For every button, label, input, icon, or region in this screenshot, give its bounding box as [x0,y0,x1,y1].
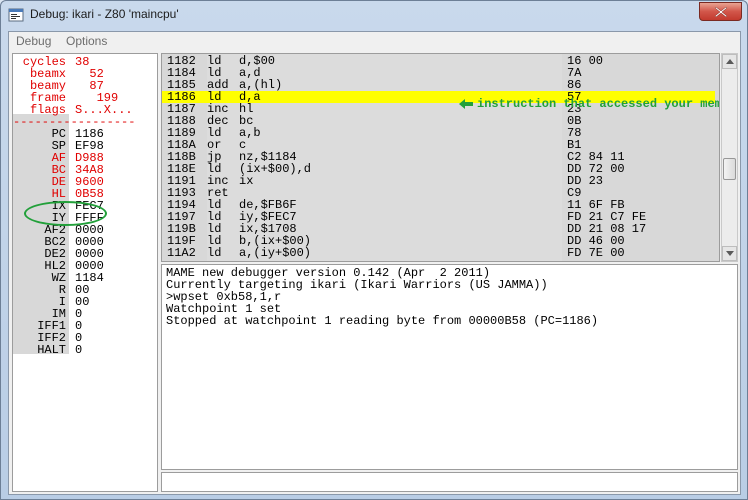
scroll-up-button[interactable] [722,54,737,69]
register-row: I 00 [13,296,157,308]
scroll-thumb[interactable] [723,158,736,180]
debugger-window: Debug: ikari - Z80 'maincpu' Debug Optio… [0,0,748,500]
menu-bar: Debug Options [9,32,740,51]
arrow-left-icon [459,99,473,109]
disassembly-row[interactable]: 11A2 ld a,(iy+$00) FD 7E 00 [162,247,715,259]
client-area: Debug Options cycles 38 beamx 52 beamy 87 fr… [8,31,741,495]
chevron-down-icon [726,251,734,256]
register-value: 0 [75,343,83,357]
register-row: IFF2 0 [13,332,157,344]
register-row: IM 0 [13,308,157,320]
close-icon [715,7,727,17]
console-line: Stopped at watchpoint 1 reading byte fro… [166,314,599,328]
instruction-mnemonic: ld [207,246,222,260]
menu-options[interactable]: Options [66,34,107,48]
scroll-down-button[interactable] [722,246,737,261]
disassembly-pane[interactable]: 1182 ld d,$00 16 00 1184 ld a,d 7A 1185 add a,(hl)… [161,53,720,262]
register-row: HALT 0 [13,344,157,356]
command-input[interactable] [161,472,738,492]
close-button[interactable] [699,2,742,21]
instruction-bytes: FD 7E 00 [567,246,625,260]
title-bar[interactable]: Debug: ikari - Z80 'maincpu' [1,1,747,29]
annotation-text: instruction that accessed your memory [477,97,720,111]
mame-app-icon [8,8,24,22]
register-row: IFF1 0 [13,320,157,332]
annotation: instruction that accessed your memory [459,97,720,111]
chevron-up-icon [726,59,734,64]
register-pane[interactable]: cycles 38 beamx 52 beamy 87 frame 199 flags S.… [12,53,158,492]
console-output[interactable]: MAME new debugger version 0.142 (Apr 2 2… [161,264,738,470]
hl-register-highlight-ellipse [24,201,107,226]
instruction-operands: a,(iy+$00) [239,246,312,260]
window-title: Debug: ikari - Z80 'maincpu' [30,7,179,21]
register-name: HALT [37,343,66,357]
disassembly-scrollbar[interactable] [721,53,738,262]
disassembly-row[interactable]: 1191 inc ix DD 23 [162,175,715,187]
instruction-operands: ix [239,174,254,188]
menu-debug[interactable]: Debug [16,34,51,48]
instruction-address: 11A2 [167,246,196,260]
